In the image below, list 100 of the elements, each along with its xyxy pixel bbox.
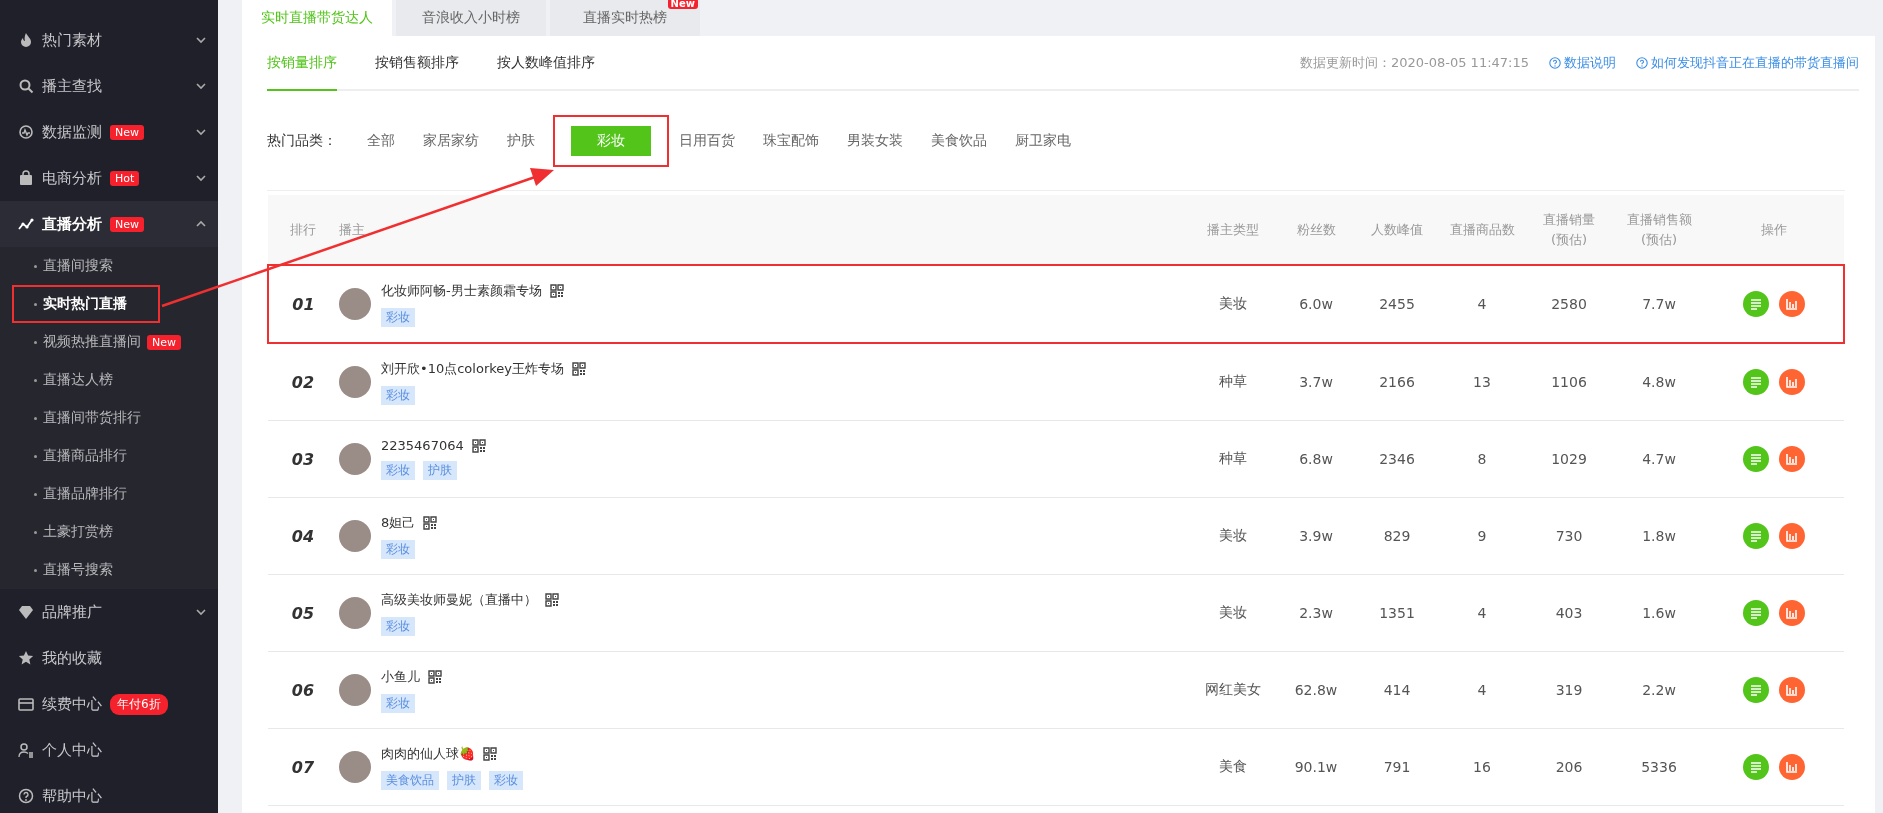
chart-button[interactable] [1779,754,1805,780]
sidebar-subitem[interactable]: 实时热门直播 [12,285,160,323]
list-icon [1748,297,1763,311]
sidebar-item[interactable]: 个人中心 [0,727,218,773]
qr-code-icon[interactable] [549,283,564,298]
details-button[interactable] [1743,677,1769,703]
table-cell: 414 [1383,682,1411,698]
details-button[interactable] [1743,600,1769,626]
qr-code-icon[interactable] [471,438,486,453]
table-cell: 90.1w [1294,759,1338,775]
sidebar-item[interactable]: 电商分析 Hot [0,155,218,201]
sidebar-item[interactable]: 品牌推广 [0,589,218,635]
sidebar-subitem[interactable]: 直播间搜索 [0,247,218,285]
chevron-icon [196,219,206,229]
sidebar-item[interactable]: 热门素材 [0,17,218,63]
chart-button[interactable] [1779,523,1805,549]
chevron-icon [196,607,206,617]
qr-code-icon[interactable] [483,746,497,761]
sidebar-subitem[interactable]: 直播达人榜 [0,361,218,399]
sidebar-item[interactable]: 我的收藏 [0,635,218,681]
help-icon [1549,56,1561,69]
bullet-icon [34,568,37,572]
details-button[interactable] [1743,369,1769,395]
table-cell: 2455 [1379,296,1415,312]
top-tab[interactable]: 音浪收入小时榜 [396,0,546,36]
category-button[interactable]: 厨卫家电 [1005,127,1081,154]
category-tag: 美食饮品 [381,770,439,790]
column-header: 操作 [1704,195,1844,265]
update-time: 数据更新时间：2020-08-05 11:47:15 [1299,53,1529,72]
table-cell: 1.8w [1642,528,1676,544]
rank-number: 06 [291,680,315,700]
list-icon [1749,529,1763,543]
table-cell: 种草 [1219,450,1247,466]
qr-code-icon[interactable] [572,361,586,376]
sidebar-item[interactable]: 续费中心 年付6折 [0,681,218,727]
sidebar-badge: Hot [110,170,140,186]
sidebar-subitem[interactable]: 视频热推直播间 New [0,323,218,361]
category-button[interactable]: 护肤 [497,127,545,154]
category-tag: 护肤 [423,461,457,480]
table-cell: 8 [1477,451,1487,467]
details-button[interactable] [1743,754,1769,780]
details-button[interactable] [1742,291,1769,317]
sidebar-item[interactable]: 直播分析 New [0,201,218,247]
category-button[interactable]: 全部 [357,127,405,154]
sidebar-badge: New [110,124,144,140]
column-header: 直播商品数 [1440,195,1524,265]
qr-code-icon[interactable] [423,515,438,530]
bullet-icon [34,530,37,534]
category-button[interactable]: 家居家纺 [413,127,489,154]
category-button[interactable]: 男装女装 [837,127,913,154]
sidebar-item[interactable]: 数据监测 New [0,109,218,155]
sort-tab[interactable]: 按人数峰值排序 [497,36,595,91]
chart-button[interactable] [1779,446,1805,472]
bar-chart-icon [1785,452,1799,466]
category-label: 热门品类： [267,131,337,150]
avatar-placeholder [339,520,371,552]
details-button[interactable] [1743,523,1769,549]
chevron-icon [196,35,206,45]
bullet-icon [34,378,37,382]
sidebar-badge: New [110,216,144,232]
sidebar-subitem[interactable]: 直播商品排行 [0,437,218,475]
chart-button[interactable] [1779,677,1805,703]
table-cell: 4.8w [1642,374,1676,390]
qr-code-icon[interactable] [545,592,559,607]
sidebar-item[interactable]: 帮助中心 [0,773,218,813]
list-icon [1749,606,1763,620]
chevron-icon [196,127,206,137]
category-tag: 彩妆 [381,385,415,405]
table-cell: 6.8w [1299,451,1333,467]
avatar-placeholder [339,674,371,706]
table-cell: 2.3w [1299,605,1333,621]
rank-number: 04 [291,526,315,546]
chart-button[interactable] [1779,600,1805,626]
table-cell: 2.2w [1642,682,1676,698]
qr-code-icon[interactable] [428,669,442,684]
help-link[interactable]: 如何发现抖音正在直播的带货直播间 [1636,53,1859,72]
column-header: 播主类型 [1188,195,1278,265]
bullet-icon [34,454,37,458]
top-tab[interactable]: 直播实时热榜 New [550,0,700,36]
chart-button[interactable] [1778,291,1805,317]
sort-tab[interactable]: 按销售额排序 [375,36,459,91]
bullet-icon [34,492,37,496]
sidebar-subitem[interactable]: 直播间带货排行 [0,399,218,437]
wallet-icon [18,696,34,712]
help-link[interactable]: 数据说明 [1549,53,1616,72]
category-button[interactable]: 珠宝配饰 [753,127,829,154]
table-cell: 1106 [1551,374,1587,390]
bar-chart-icon [1785,683,1799,697]
category-button[interactable]: 日用百货 [669,127,745,154]
column-header: 直播销量 (预估) [1524,195,1614,265]
sidebar-subitem[interactable]: 直播品牌排行 [0,475,218,513]
sidebar-subitem[interactable]: 直播号搜索 [0,551,218,589]
sidebar-subitem[interactable]: 土豪打赏榜 [0,513,218,551]
table-cell: 6.0w [1299,296,1333,312]
sidebar-item[interactable]: 播主查找 [0,63,218,109]
chart-button[interactable] [1779,369,1805,395]
table-cell: 美妆 [1219,295,1247,311]
category-tag: 彩妆 [489,770,523,790]
category-button[interactable]: 美食饮品 [921,127,997,154]
details-button[interactable] [1743,446,1769,472]
